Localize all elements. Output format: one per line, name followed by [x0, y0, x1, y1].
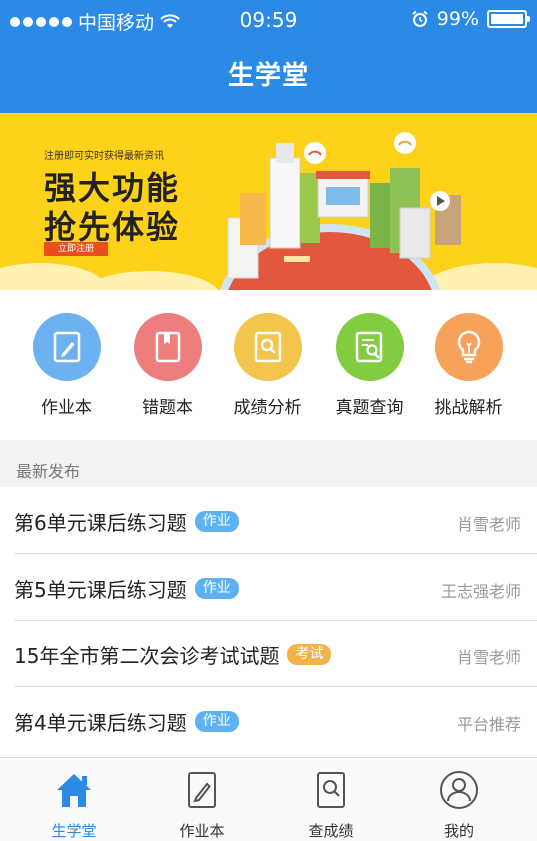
item-author: 肖雪老师	[456, 648, 521, 667]
status-right: 99%	[411, 8, 530, 30]
quick-challenge[interactable]: 挑战解析	[415, 313, 522, 418]
page-title: 生学堂	[227, 61, 309, 91]
book-icon	[155, 331, 180, 363]
promo-banner[interactable]: 注册即可实时获得最新资讯 强大功能 抢先体验 立即注册	[0, 113, 537, 290]
quick-mistakes[interactable]: 错题本	[114, 313, 221, 418]
qicon-bg	[133, 313, 202, 381]
quick-label: 挑战解析	[434, 398, 503, 418]
home-icon	[54, 768, 94, 812]
search-note-icon	[311, 768, 351, 812]
item-title: 15年全市第二次会诊考试试题	[14, 644, 280, 668]
tab-profile[interactable]: 我的	[392, 758, 526, 841]
item-title-wrap: 第6单元课后练习题 作业	[14, 507, 239, 536]
quick-menu: 作业本 错题本 成绩分析 真题查询 挑战解析	[0, 290, 537, 440]
item-title-wrap: 第5单元课后练习题 作业	[14, 574, 239, 603]
tab-label: 作业本	[179, 822, 225, 840]
qicon-bg	[32, 313, 101, 381]
qicon-bg	[233, 313, 302, 381]
item-title: 第6单元课后练习题	[14, 511, 187, 535]
pen-note-icon	[182, 768, 222, 812]
section-title-latest: 最新发布	[16, 462, 81, 481]
doc-search-icon	[355, 331, 382, 363]
item-author: 平台推荐	[456, 715, 521, 734]
quick-label: 成绩分析	[233, 398, 302, 418]
lightbulb-icon	[457, 330, 480, 364]
quick-past-papers[interactable]: 真题查询	[316, 313, 423, 418]
latest-list: 第6单元课后练习题 作业 肖雪老师 第5单元课后练习题 作业 王志强老师 15年…	[0, 487, 537, 757]
item-title-wrap: 15年全市第二次会诊考试试题 考试	[14, 640, 332, 669]
search-doc-icon	[254, 331, 281, 363]
item-tag: 作业	[194, 511, 239, 532]
battery-percent: 99%	[436, 8, 479, 30]
city-illustration	[219, 132, 461, 290]
register-button[interactable]: 立即注册	[44, 242, 108, 256]
item-title-wrap: 第4单元课后练习题 作业	[14, 707, 239, 736]
qicon-bg	[434, 313, 503, 381]
item-author: 肖雪老师	[456, 515, 521, 534]
item-title: 第5单元课后练习题	[14, 578, 187, 602]
bottom-tab-bar: 生学堂 作业本 查成绩 我的	[0, 757, 537, 841]
list-item[interactable]: 第6单元课后练习题 作业 肖雪老师	[0, 487, 537, 554]
quick-label: 错题本	[142, 398, 193, 418]
banner-subtitle: 注册即可实时获得最新资讯	[44, 151, 164, 162]
alarm-icon	[412, 10, 428, 27]
status-bar: 中国移动 09:59 99%	[0, 0, 537, 40]
item-title: 第4单元课后练习题	[14, 711, 187, 735]
tab-label: 查成绩	[308, 822, 354, 840]
item-tag: 作业	[194, 578, 239, 599]
app-header: 中国移动 09:59 99% 生学堂	[0, 0, 537, 113]
item-author: 王志强老师	[440, 582, 521, 601]
qicon-bg	[335, 313, 404, 381]
list-item[interactable]: 第5单元课后练习题 作业 王志强老师	[0, 554, 537, 621]
banner-cloud	[80, 271, 220, 290]
list-item[interactable]: 15年全市第二次会诊考试试题 考试 肖雪老师	[0, 620, 537, 687]
battery-level	[491, 14, 523, 24]
quick-homework[interactable]: 作业本	[13, 313, 120, 418]
tab-label: 我的	[443, 822, 474, 840]
user-icon	[439, 768, 479, 812]
item-tag: 考试	[287, 644, 332, 665]
quick-label: 真题查询	[335, 398, 404, 418]
item-tag: 作业	[194, 711, 239, 732]
quick-label: 作业本	[41, 398, 92, 418]
tab-scores[interactable]: 查成绩	[264, 758, 398, 841]
list-item[interactable]: 第4单元课后练习题 作业 平台推荐	[0, 687, 537, 754]
tab-homework[interactable]: 作业本	[135, 758, 269, 841]
quick-score-analysis[interactable]: 成绩分析	[214, 313, 321, 418]
battery-icon	[487, 10, 530, 28]
tab-home[interactable]: 生学堂	[7, 758, 141, 841]
notebook-pen-icon	[53, 331, 80, 363]
tab-label: 生学堂	[51, 822, 97, 840]
